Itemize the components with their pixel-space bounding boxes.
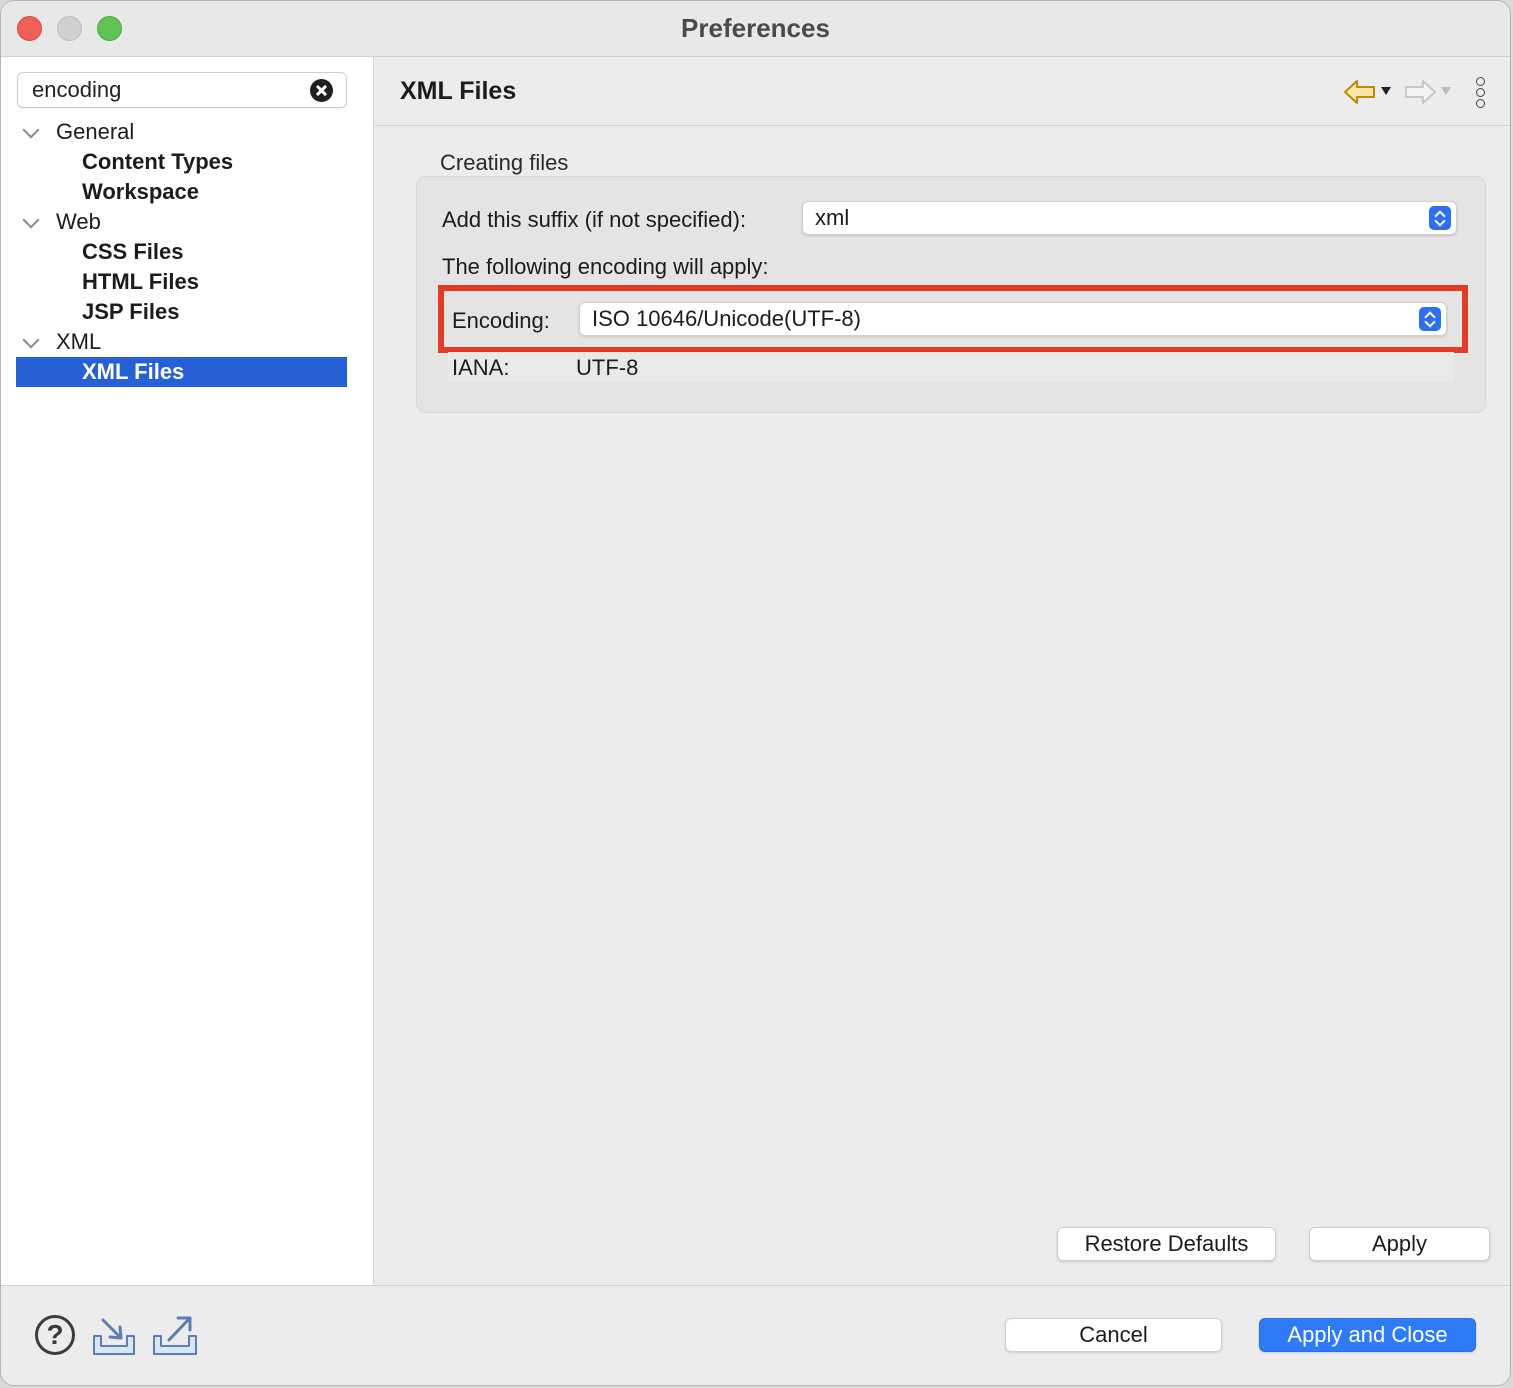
restore-defaults-button[interactable]: Restore Defaults <box>1057 1227 1276 1261</box>
page-title: XML Files <box>400 77 517 105</box>
tree-item-label: XML Files <box>82 359 185 384</box>
iana-row: IANA: UTF-8 <box>448 352 1454 382</box>
filter-field[interactable] <box>17 72 347 108</box>
back-history-dropdown-icon[interactable] <box>1381 87 1391 95</box>
preferences-sidebar: General Content Types Workspace Web CSS … <box>1 57 374 1285</box>
tree-item-label: Content Types <box>82 149 234 174</box>
tree-item-label: Workspace <box>82 179 199 204</box>
encoding-select-value: ISO 10646/Unicode(UTF-8) <box>592 306 861 331</box>
tree-item-label: JSP Files <box>82 299 180 324</box>
tree-item-label: Web <box>56 209 101 234</box>
dialog-footer: ? Cancel Apply and Close <box>1 1285 1510 1385</box>
select-arrows-icon[interactable] <box>1429 206 1451 230</box>
help-icon[interactable]: ? <box>35 1315 75 1355</box>
preferences-window: Preferences General Content Types Worksp… <box>0 0 1511 1386</box>
cancel-button[interactable]: Cancel <box>1005 1318 1222 1352</box>
tree-item-workspace[interactable]: Workspace <box>1 177 373 207</box>
clear-filter-icon[interactable] <box>310 79 333 102</box>
tree-item-xml-files[interactable]: XML Files <box>16 357 347 387</box>
page-content: Creating files Add this suffix (if not s… <box>375 127 1510 1284</box>
preference-tree: General Content Types Workspace Web CSS … <box>1 117 373 387</box>
page-header: XML Files <box>375 57 1510 126</box>
iana-label: IANA: <box>452 355 510 380</box>
tree-item-label: General <box>56 119 135 144</box>
apply-and-close-button[interactable]: Apply and Close <box>1259 1318 1476 1352</box>
iana-value: UTF-8 <box>576 355 639 380</box>
tree-item-content-types[interactable]: Content Types <box>1 147 373 177</box>
encoding-select[interactable]: ISO 10646/Unicode(UTF-8) <box>579 302 1447 336</box>
tree-item-label: HTML Files <box>82 269 199 294</box>
window-title: Preferences <box>681 13 830 43</box>
tree-item-jsp-files[interactable]: JSP Files <box>1 297 373 327</box>
apply-button[interactable]: Apply <box>1309 1227 1490 1261</box>
export-icon[interactable] <box>151 1314 199 1356</box>
tree-item-general[interactable]: General <box>1 117 373 147</box>
tree-item-web[interactable]: Web <box>1 207 373 237</box>
tree-item-html-files[interactable]: HTML Files <box>1 267 373 297</box>
view-menu-icon[interactable] <box>1473 77 1487 109</box>
chevron-down-icon[interactable] <box>22 211 40 229</box>
group-title: Creating files <box>440 150 569 175</box>
import-icon[interactable] <box>91 1314 137 1356</box>
encoding-apply-label: The following encoding will apply: <box>442 254 769 279</box>
chevron-down-icon[interactable] <box>22 331 40 349</box>
forward-history-dropdown-icon[interactable] <box>1441 87 1451 95</box>
tree-item-css-files[interactable]: CSS Files <box>1 237 373 267</box>
tree-item-label: CSS Files <box>82 239 184 264</box>
suffix-select-value: xml <box>815 205 850 230</box>
chevron-down-icon[interactable] <box>22 121 40 139</box>
title-bar: Preferences <box>1 1 1510 57</box>
back-arrow-icon[interactable] <box>1343 77 1377 107</box>
filter-input[interactable] <box>32 76 302 104</box>
encoding-label: Encoding: <box>452 308 550 333</box>
forward-arrow-icon[interactable] <box>1403 77 1437 107</box>
tree-item-label: XML <box>56 329 102 354</box>
creating-files-group: Add this suffix (if not specified): xml … <box>416 176 1486 413</box>
suffix-select[interactable]: xml <box>802 201 1457 235</box>
suffix-label: Add this suffix (if not specified): <box>442 207 747 232</box>
tree-item-xml[interactable]: XML <box>1 327 373 357</box>
select-arrows-icon[interactable] <box>1419 307 1441 331</box>
